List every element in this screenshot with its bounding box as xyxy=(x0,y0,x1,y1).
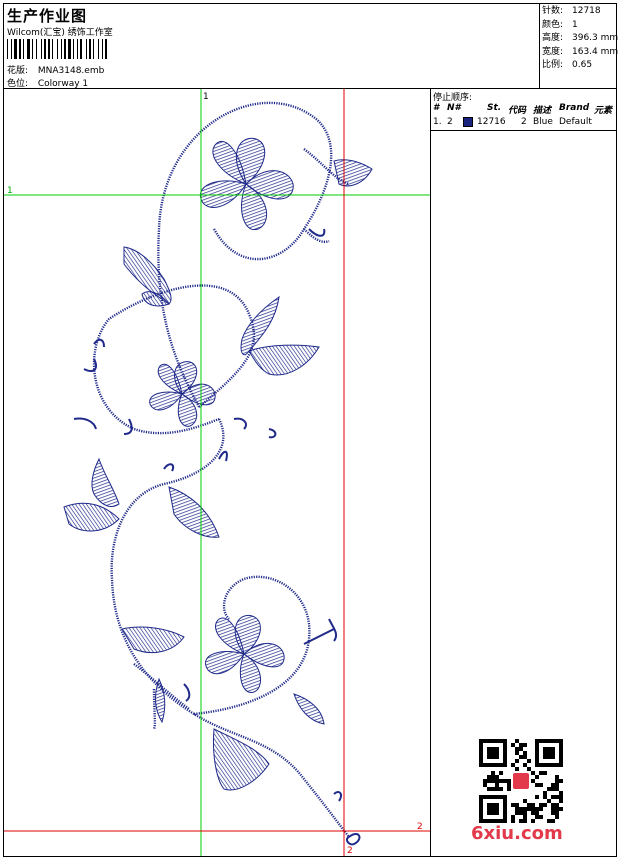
red-guide-label-bottom: 2 xyxy=(347,846,353,856)
col-element: 元素 xyxy=(594,106,613,116)
red-guide-label-right: 2 xyxy=(417,822,423,832)
vine-stems xyxy=(92,101,350,838)
divider xyxy=(431,130,616,131)
production-worksheet: 生产作业图 Wilcom(汇宝) 绣饰工作室 花版: MNA3148.emb 色… xyxy=(3,3,619,857)
row-code: 2 xyxy=(521,117,527,127)
flower-middle xyxy=(149,361,216,427)
page-title: 生产作业图 xyxy=(7,7,88,25)
row-index: 1. xyxy=(433,117,442,127)
col-index: # xyxy=(433,103,440,113)
design-value: MNA3148.emb xyxy=(37,66,105,76)
colorway-row: 色位: Colorway 1 xyxy=(7,76,88,89)
stop-sequence-panel: 停止顺序: # N# St. 代码 描述 Brand 元素 1. 2 12716… xyxy=(431,89,616,856)
stop-sequence-header: # N# St. 代码 描述 Brand 元素 xyxy=(431,102,616,116)
stop-row: 1. 2 12716 2 Blue Default xyxy=(431,116,616,129)
stat-scale: 比例: 0.65 xyxy=(542,60,593,70)
row-description: Blue xyxy=(533,117,553,127)
stat-width: 宽度: 163.4 mm xyxy=(542,46,619,57)
leaves xyxy=(63,159,373,791)
company-name: Wilcom(汇宝) 绣饰工作室 xyxy=(7,28,113,38)
colorway-value: Colorway 1 xyxy=(37,79,89,89)
colorway-label: 色位: xyxy=(7,79,29,89)
embroidery-design: 1 1 2 2 xyxy=(4,89,430,856)
row-needle: 2 xyxy=(447,117,453,127)
green-guide-label-left: 1 xyxy=(7,186,13,196)
flower-top xyxy=(199,137,294,231)
barcode xyxy=(7,39,107,59)
qr-code xyxy=(479,739,563,823)
worksheet-header: 生产作业图 Wilcom(汇宝) 绣饰工作室 花版: MNA3148.emb 色… xyxy=(4,4,619,89)
row-brand: Default xyxy=(559,117,592,127)
watermark-logo: 6xiu.com xyxy=(471,823,563,844)
col-code: 代码 xyxy=(508,106,527,116)
design-stats: 针数: 12718 颜色: 1 高度: 396.3 mm 宽度: 163.4 mm 比例… xyxy=(539,4,619,89)
color-swatch xyxy=(463,117,473,130)
embroidery-preview: 1 1 2 2 xyxy=(4,89,431,856)
stat-height: 高度: 396.3 mm xyxy=(542,33,619,43)
green-guide-label-top: 1 xyxy=(203,92,209,102)
stat-colors: 颜色: 1 xyxy=(542,19,578,30)
flower-bottom xyxy=(205,614,285,693)
col-description: 描述 xyxy=(533,106,552,116)
design-label: 花版: xyxy=(7,66,29,76)
design-name-row: 花版: MNA3148.emb xyxy=(7,63,104,76)
col-stitches: St. xyxy=(487,103,502,113)
col-needle: N# xyxy=(447,103,461,113)
stat-stitches: 针数: 12718 xyxy=(542,6,601,16)
col-brand: Brand xyxy=(559,103,590,113)
row-stitches: 12716 xyxy=(477,117,506,127)
